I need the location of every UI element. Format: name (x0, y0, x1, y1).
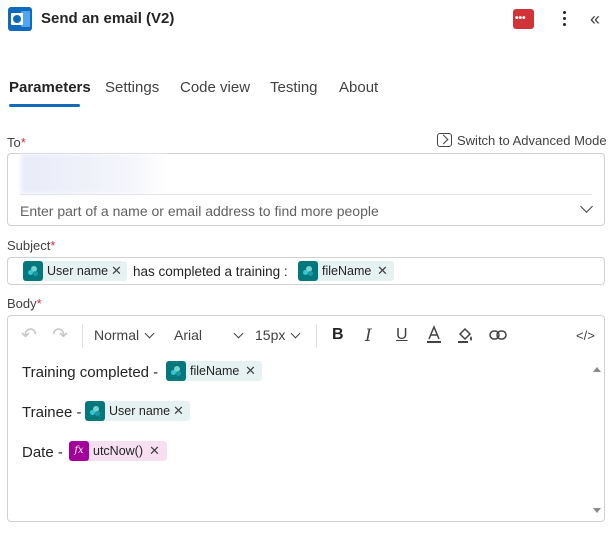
code-view-icon[interactable]: </> (576, 328, 595, 343)
undo-icon[interactable]: ↶ (21, 324, 37, 347)
outlook-icon (8, 7, 32, 31)
to-label: To* (7, 135, 26, 150)
italic-button[interactable]: I (365, 326, 372, 346)
active-tab-indicator (9, 104, 80, 107)
remove-token-icon[interactable]: ✕ (377, 261, 388, 281)
underline-button[interactable]: U (396, 326, 408, 344)
subject-input[interactable]: User name ✕ has completed a training : f… (7, 257, 605, 285)
highlight-color-icon[interactable] (457, 326, 475, 344)
remove-token-icon[interactable]: ✕ (245, 361, 256, 381)
scroll-down-arrow[interactable] (593, 508, 601, 513)
redacted-recipient (21, 154, 167, 194)
sharepoint-icon (85, 401, 105, 421)
to-field[interactable]: Enter part of a name or email address to… (7, 153, 605, 226)
font-size-dropdown[interactable]: 15px (255, 327, 299, 343)
more-options-icon[interactable] (558, 8, 572, 30)
tab-parameters[interactable]: Parameters (9, 79, 91, 96)
subject-text: has completed a training : (133, 264, 288, 279)
body-line-training: Training completed - (22, 364, 159, 381)
error-status-button[interactable]: ••• (513, 9, 534, 29)
advanced-mode-icon (437, 133, 452, 147)
to-people-picker-input[interactable]: Enter part of a name or email address to… (20, 203, 379, 219)
sharepoint-icon (298, 261, 318, 281)
font-color-icon[interactable] (426, 325, 442, 345)
chevron-down-icon[interactable] (580, 202, 594, 216)
token-filename[interactable]: fileName ✕ (298, 261, 394, 281)
tab-settings[interactable]: Settings (105, 79, 159, 96)
token-utcnow[interactable]: fx utcNow() ✕ (69, 441, 167, 461)
redo-icon[interactable]: ↷ (52, 324, 68, 347)
paragraph-style-dropdown[interactable]: Normal (94, 327, 153, 343)
tab-testing[interactable]: Testing (270, 79, 318, 96)
sharepoint-icon (23, 261, 43, 281)
to-divider (20, 194, 592, 195)
body-editor[interactable]: ↶ ↷ Normal Arial 15px B I U </> Training… (7, 315, 605, 522)
font-family-dropdown[interactable]: Arial (174, 327, 242, 343)
body-line-date: Date - (22, 444, 63, 461)
switch-advanced-mode-button[interactable]: Switch to Advanced Mode (437, 133, 607, 148)
remove-token-icon[interactable]: ✕ (149, 441, 160, 461)
body-label: Body* (7, 296, 42, 311)
expression-fx-icon: fx (69, 441, 89, 461)
remove-token-icon[interactable]: ✕ (173, 401, 184, 421)
sharepoint-icon (166, 361, 186, 381)
scroll-up-arrow[interactable] (593, 367, 601, 372)
action-title[interactable]: Send an email (V2) (41, 10, 174, 27)
link-icon[interactable] (489, 328, 507, 342)
tab-about[interactable]: About (339, 79, 378, 96)
tab-code-view[interactable]: Code view (180, 79, 250, 96)
token-user-name[interactable]: User name ✕ (85, 401, 190, 421)
bold-button[interactable]: B (332, 326, 344, 344)
toolbar-divider (82, 324, 83, 348)
token-user-name[interactable]: User name ✕ (23, 261, 127, 281)
editor-toolbar: ↶ ↷ Normal Arial 15px B I U </> (8, 316, 604, 356)
collapse-panel-icon[interactable]: « (590, 9, 606, 29)
subject-label: Subject* (7, 238, 56, 253)
token-filename[interactable]: fileName ✕ (166, 361, 262, 381)
action-header: Send an email (V2) ••• « (0, 0, 609, 40)
remove-token-icon[interactable]: ✕ (111, 261, 122, 281)
more-dots-icon: ••• (515, 13, 526, 24)
toolbar-divider (316, 324, 317, 348)
body-line-trainee: Trainee - (22, 404, 82, 421)
